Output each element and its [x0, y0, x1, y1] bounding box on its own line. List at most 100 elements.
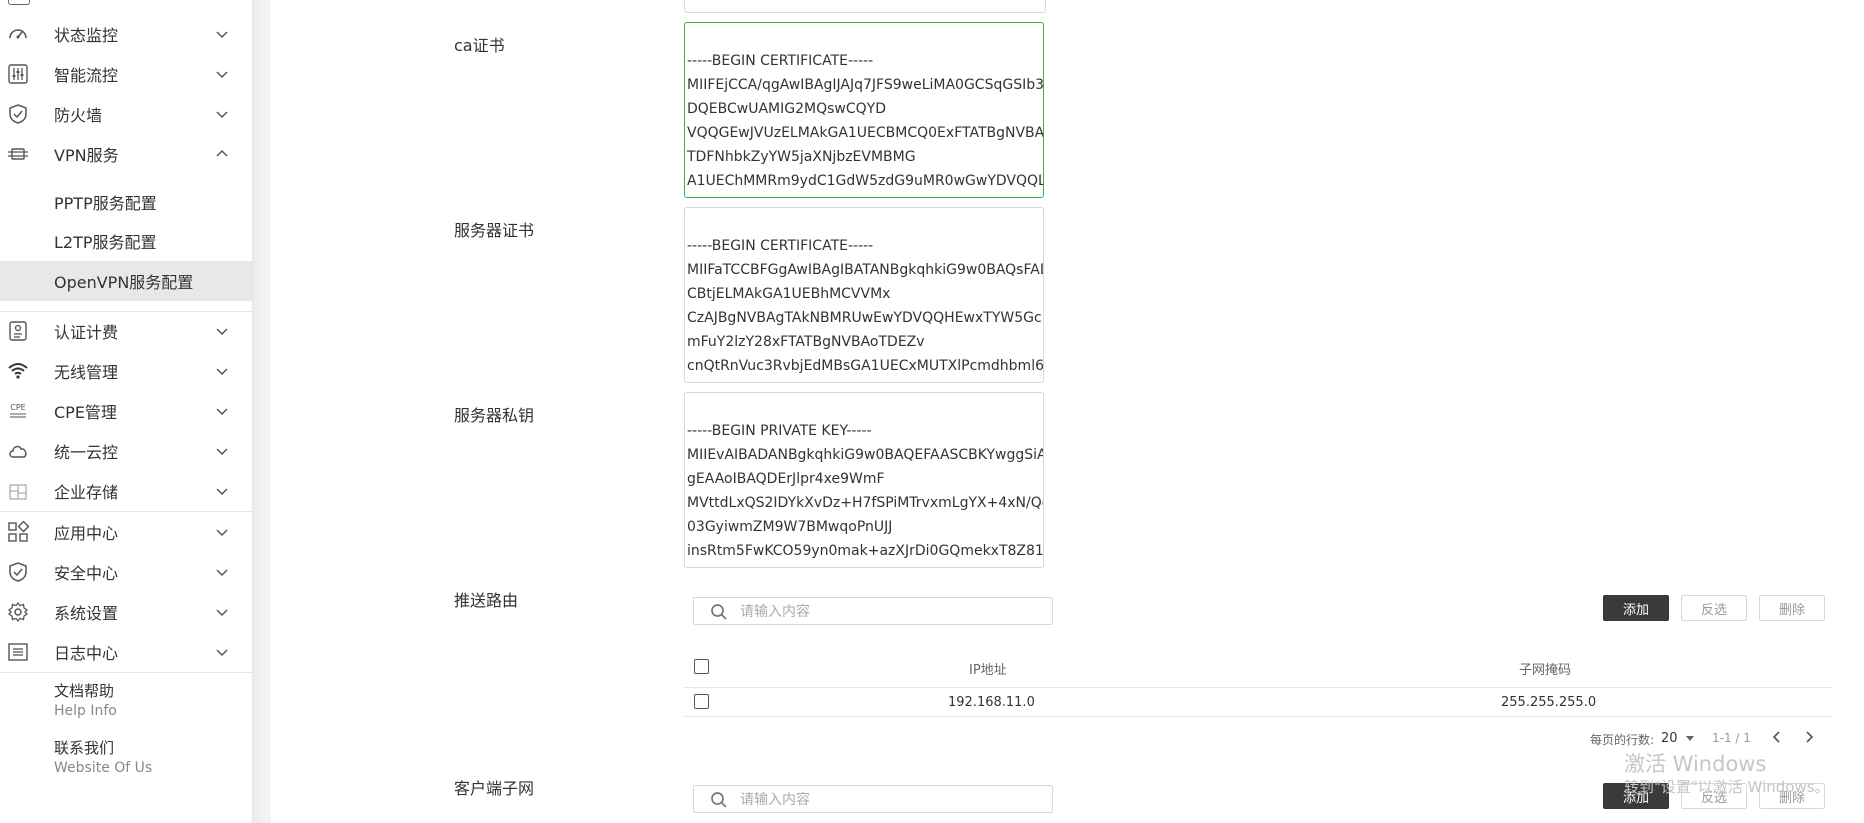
cert-line: -----BEGIN CERTIFICATE----- — [687, 53, 874, 69]
page-range: 1-1 / 1 — [1712, 731, 1751, 745]
ca-cert-textarea[interactable]: -----BEGIN CERTIFICATE----- MIIFEjCCA/qg… — [684, 22, 1044, 198]
next-page-icon[interactable] — [1802, 729, 1816, 745]
client-subnet-search-input[interactable] — [738, 789, 1042, 811]
rows-per-page-label: 每页的行数: — [1590, 733, 1655, 747]
cert-line: insRtm5FwKCO59yn0mak+azXJrDi0GQmekxT8Z81… — [687, 543, 1044, 559]
gauge-icon — [6, 22, 30, 46]
cert-line: DQEBCwUAMIG2MQswCQYD — [687, 101, 886, 117]
sidebar-item-label: CPE管理 — [54, 403, 117, 422]
chevron-down-icon — [216, 529, 228, 537]
sidebar-divider — [0, 672, 252, 673]
table-header-mask: 子网掩码 — [1519, 663, 1572, 678]
log-icon — [6, 640, 30, 664]
sidebar-item-security-center[interactable]: 安全中心 — [0, 552, 252, 592]
sidebar-subitem-l2tp[interactable]: L2TP服务配置 — [0, 221, 252, 261]
sliders-icon — [6, 62, 30, 86]
contact-us-cn: 联系我们 — [54, 739, 115, 757]
sidebar-item-label: 安全中心 — [54, 564, 119, 583]
push-route-search[interactable] — [693, 597, 1053, 625]
client-subnet-label: 客户端子网 — [454, 779, 535, 798]
chevron-down-icon — [216, 569, 228, 577]
sidebar-subitem-openvpn[interactable]: OpenVPN服务配置 — [0, 261, 252, 301]
row-checkbox[interactable] — [694, 694, 709, 709]
cpe-icon: CPE — [6, 399, 30, 423]
cert-line: CBtjELMAkGA1UEBhMCVVMx — [687, 286, 891, 302]
sidebar-subitem-label: OpenVPN服务配置 — [54, 273, 194, 292]
cert-line: MVttdLxQS2IDYkXvDz+H7fSPiMTrvxmLgYX+4xN/… — [687, 495, 1044, 511]
windows-activation-title: 激活 Windows — [1624, 752, 1767, 776]
sidebar-subitem-label: L2TP服务配置 — [54, 233, 157, 252]
cert-line: TDFNhbkZyYW5jaXNjbzEVMBMG — [687, 149, 916, 165]
help-info-link[interactable]: 文档帮助 Help Info — [54, 681, 117, 721]
chevron-up-icon — [216, 149, 228, 157]
chevron-down-icon — [216, 488, 228, 496]
shield-icon — [6, 102, 30, 126]
search-icon — [711, 604, 727, 620]
cert-line: -----BEGIN CERTIFICATE----- — [687, 238, 874, 254]
cert-line: A1UEChMMRm9ydC1GdW5zdG9uMR0wGwYDVQQL — [687, 173, 1044, 189]
sidebar-item-label: 企业存储 — [54, 483, 119, 502]
sidebar-item-auth-billing[interactable]: 认证计费 — [0, 311, 252, 351]
cert-line: MIIFaTCCBFGgAwIBAgIBATANBgkqhkiG9w0BAQsF… — [687, 262, 1044, 278]
shield-check-icon — [6, 560, 30, 584]
cert-line: mFuY2lzY28xFTATBgNVBAoTDEZv — [687, 334, 925, 350]
prev-page-icon[interactable] — [1770, 729, 1784, 745]
gear-icon — [6, 600, 30, 624]
svg-text:CPE: CPE — [10, 403, 25, 412]
sidebar-item-label: VPN服务 — [54, 146, 119, 165]
chevron-down-icon — [216, 649, 228, 657]
caret-down-icon — [1686, 736, 1694, 741]
help-info-cn: 文档帮助 — [54, 682, 115, 700]
previous-field-edge — [684, 0, 1046, 13]
sidebar-item-vpn[interactable]: VPN服务 — [0, 134, 252, 174]
sidebar-shadow — [253, 0, 271, 823]
client-subnet-search[interactable] — [693, 785, 1053, 813]
server-cert-label: 服务器证书 — [454, 221, 535, 240]
sidebar-item-cloud[interactable]: 统一云控 — [0, 431, 252, 471]
push-route-search-input[interactable] — [738, 601, 1042, 623]
server-cert-textarea[interactable]: -----BEGIN CERTIFICATE----- MIIFaTCCBFGg… — [684, 207, 1044, 383]
cert-line: -----BEGIN PRIVATE KEY----- — [687, 423, 872, 439]
add-button[interactable]: 添加 — [1603, 595, 1669, 621]
server-key-textarea[interactable]: -----BEGIN PRIVATE KEY----- MIIEvAIBADAN… — [684, 392, 1044, 568]
invert-button[interactable]: 反选 — [1681, 595, 1747, 621]
sidebar-item-status-monitor[interactable]: 状态监控 — [0, 14, 252, 54]
sidebar-subitem-pptp[interactable]: PPTP服务配置 — [0, 182, 252, 222]
cert-line: MIIFEjCCA/qgAwIBAgIJAJq7JFS9weLiMA0GCSqG… — [687, 77, 1044, 93]
sidebar-item-log-center[interactable]: 日志中心 — [0, 632, 252, 672]
sidebar-item-storage[interactable]: 企业存储 — [0, 471, 252, 511]
select-all-checkbox[interactable] — [694, 659, 709, 674]
sidebar-item-label: 无线管理 — [54, 363, 119, 382]
chevron-down-icon — [216, 71, 228, 79]
chevron-down-icon — [216, 408, 228, 416]
sidebar-item-cpe[interactable]: CPE CPE管理 — [0, 391, 252, 431]
chevron-down-icon — [216, 111, 228, 119]
chevron-down-icon — [216, 328, 228, 336]
sidebar-subitem-label: PPTP服务配置 — [54, 194, 157, 213]
sidebar-item-label: 系统设置 — [54, 604, 119, 623]
sidebar-item-label: 智能流控 — [54, 66, 119, 85]
sidebar-item-system-settings[interactable]: 系统设置 — [0, 592, 252, 632]
clipped-top-icon — [8, 0, 30, 5]
wifi-icon — [6, 359, 30, 383]
sidebar-item-label: 认证计费 — [54, 323, 119, 342]
sidebar: 状态监控 智能流控 防火墙 VPN服务 PPTP服务配置 L2TP服务配置 Op… — [0, 0, 253, 823]
sidebar-item-wireless[interactable]: 无线管理 — [0, 351, 252, 391]
chevron-down-icon — [216, 609, 228, 617]
chevron-down-icon — [216, 368, 228, 376]
table-row-divider — [684, 716, 1832, 717]
contact-us-link[interactable]: 联系我们 Website Of Us — [54, 738, 152, 778]
sidebar-item-label: 统一云控 — [54, 443, 119, 462]
contact-us-en: Website Of Us — [54, 760, 153, 776]
delete-button[interactable]: 删除 — [1759, 595, 1825, 621]
sidebar-item-smart-flow[interactable]: 智能流控 — [0, 54, 252, 94]
ca-cert-label: ca证书 — [454, 36, 505, 55]
cloud-icon — [6, 439, 30, 463]
cert-line: MIIEvAIBADANBgkqhkiG9w0BAQEFAASCBKYwggSi… — [687, 447, 1044, 463]
rows-per-page-select[interactable]: 20 — [1659, 729, 1695, 747]
sidebar-item-label: 防火墙 — [54, 106, 103, 125]
vpn-icon — [6, 142, 30, 166]
sidebar-item-firewall[interactable]: 防火墙 — [0, 94, 252, 134]
chevron-down-icon — [216, 31, 228, 39]
sidebar-item-app-center[interactable]: 应用中心 — [0, 512, 252, 552]
